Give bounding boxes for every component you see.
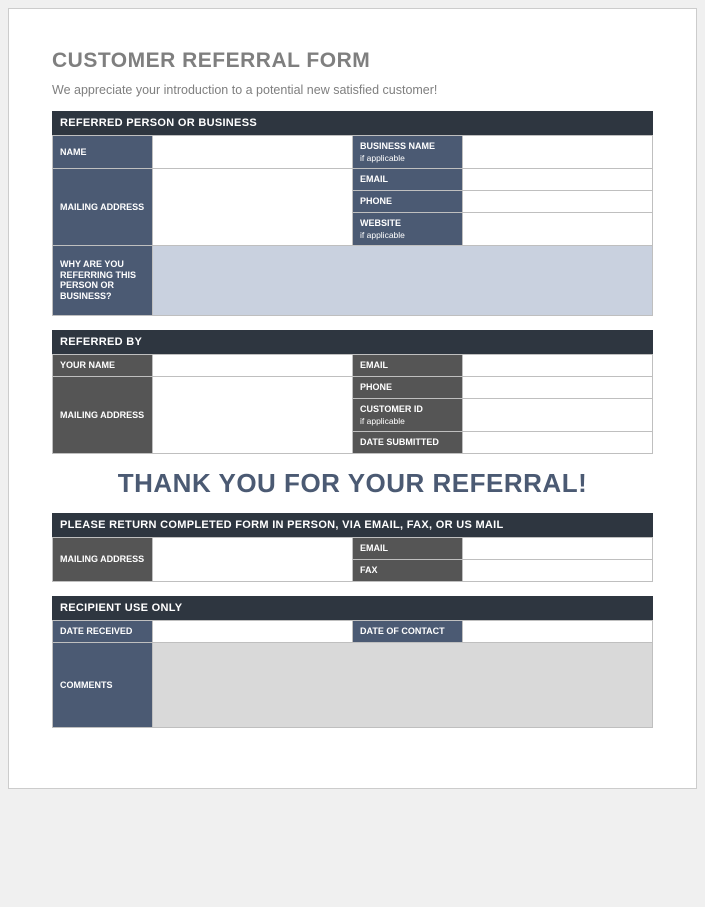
label-business: BUSINESS NAME if applicable xyxy=(353,136,463,169)
label-date-received: DATE RECEIVED xyxy=(53,620,153,642)
input-fax[interactable] xyxy=(463,559,653,581)
input-mailing[interactable] xyxy=(153,168,353,245)
label-comments: COMMENTS xyxy=(53,642,153,727)
input-why[interactable] xyxy=(153,245,653,315)
section-referred-by: REFERRED BY YOUR NAME EMAIL MAILING ADDR… xyxy=(52,330,653,454)
input-name[interactable] xyxy=(153,136,353,169)
section3-table: MAILING ADDRESS EMAIL FAX xyxy=(52,537,653,582)
input-website[interactable] xyxy=(463,212,653,245)
section3-header: PLEASE RETURN COMPLETED FORM IN PERSON, … xyxy=(52,513,653,537)
form-title: CUSTOMER REFERRAL FORM xyxy=(52,49,653,73)
label-business-sub: if applicable xyxy=(360,153,455,163)
label-mailing: MAILING ADDRESS xyxy=(53,168,153,245)
input-date-received[interactable] xyxy=(153,620,353,642)
input-business[interactable] xyxy=(463,136,653,169)
label-website-sub: if applicable xyxy=(360,230,455,240)
label-phone2: PHONE xyxy=(353,376,463,398)
label-website-text: WEBSITE xyxy=(360,218,401,228)
input-email3[interactable] xyxy=(463,537,653,559)
input-mailing3[interactable] xyxy=(153,537,353,581)
section4-header: RECIPIENT USE ONLY xyxy=(52,596,653,620)
input-phone2[interactable] xyxy=(463,376,653,398)
label-mailing2: MAILING ADDRESS xyxy=(53,376,153,453)
section1-table: NAME BUSINESS NAME if applicable MAILING… xyxy=(52,135,653,316)
section-referred-person: REFERRED PERSON OR BUSINESS NAME BUSINES… xyxy=(52,111,653,316)
section-recipient-use: RECIPIENT USE ONLY DATE RECEIVED DATE OF… xyxy=(52,596,653,728)
section2-table: YOUR NAME EMAIL MAILING ADDRESS PHONE CU… xyxy=(52,354,653,454)
label-fax: FAX xyxy=(353,559,463,581)
label-mailing3: MAILING ADDRESS xyxy=(53,537,153,581)
input-date-submitted[interactable] xyxy=(463,431,653,453)
input-phone[interactable] xyxy=(463,190,653,212)
input-mailing2[interactable] xyxy=(153,376,353,453)
input-email[interactable] xyxy=(463,168,653,190)
label-custid-text: CUSTOMER ID xyxy=(360,404,423,414)
label-email2: EMAIL xyxy=(353,354,463,376)
label-phone: PHONE xyxy=(353,190,463,212)
form-page: CUSTOMER REFERRAL FORM We appreciate you… xyxy=(8,8,697,789)
intro-text: We appreciate your introduction to a pot… xyxy=(52,83,653,97)
label-date-submitted: DATE SUBMITTED xyxy=(353,431,463,453)
section1-header: REFERRED PERSON OR BUSINESS xyxy=(52,111,653,135)
label-why: WHY ARE YOU REFERRING THIS PERSON OR BUS… xyxy=(53,245,153,315)
section-return: PLEASE RETURN COMPLETED FORM IN PERSON, … xyxy=(52,513,653,582)
label-website: WEBSITE if applicable xyxy=(353,212,463,245)
thank-you-heading: THANK YOU FOR YOUR REFERRAL! xyxy=(52,468,653,499)
label-email3: EMAIL xyxy=(353,537,463,559)
input-date-contact[interactable] xyxy=(463,620,653,642)
input-comments[interactable] xyxy=(153,642,653,727)
label-email: EMAIL xyxy=(353,168,463,190)
input-custid[interactable] xyxy=(463,398,653,431)
input-email2[interactable] xyxy=(463,354,653,376)
input-yourname[interactable] xyxy=(153,354,353,376)
label-yourname: YOUR NAME xyxy=(53,354,153,376)
label-business-text: BUSINESS NAME xyxy=(360,141,435,151)
section2-header: REFERRED BY xyxy=(52,330,653,354)
label-name: NAME xyxy=(53,136,153,169)
label-date-contact: DATE OF CONTACT xyxy=(353,620,463,642)
label-custid: CUSTOMER ID if applicable xyxy=(353,398,463,431)
section4-table: DATE RECEIVED DATE OF CONTACT COMMENTS xyxy=(52,620,653,728)
label-custid-sub: if applicable xyxy=(360,416,455,426)
